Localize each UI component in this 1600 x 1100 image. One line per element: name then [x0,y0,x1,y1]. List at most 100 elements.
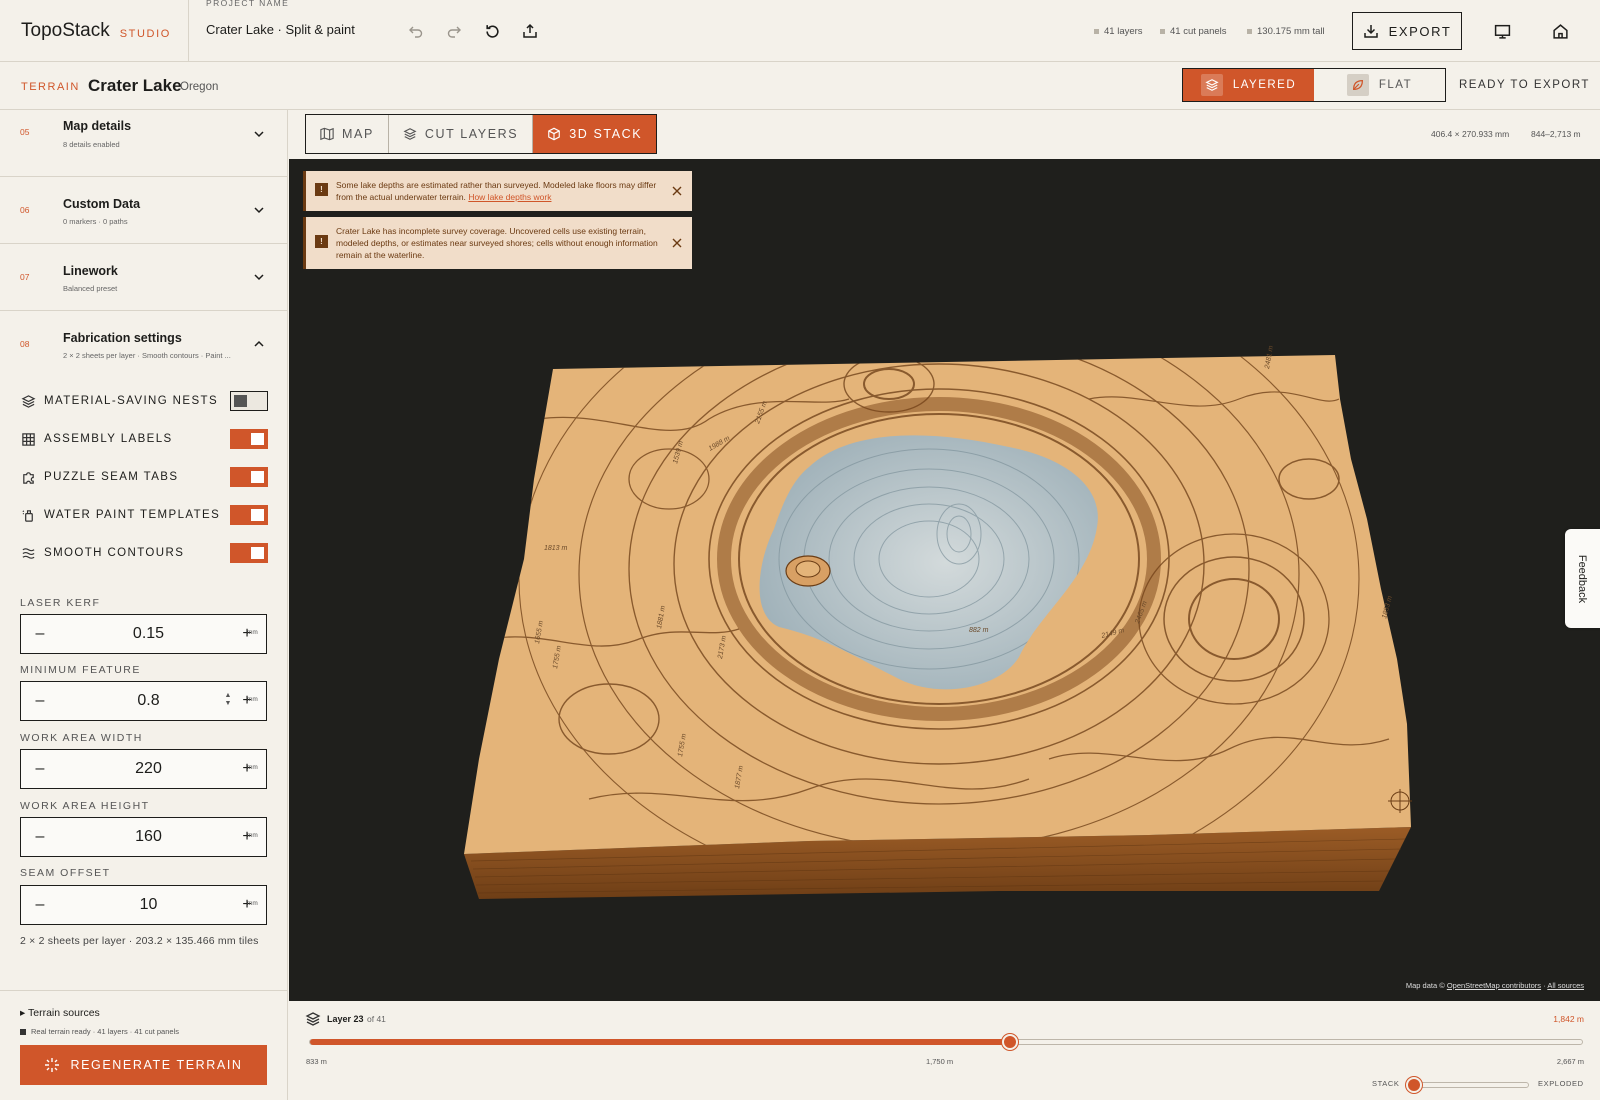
mode-layered-button[interactable]: LAYERED [1183,69,1314,101]
toggle-row-puzzle-seam-tabs: PUZZLE SEAM TABS [20,466,268,488]
terrain-sources-toggle[interactable]: ▸ Terrain sources [20,1007,100,1019]
project-name[interactable]: Crater Lake · Split & paint [206,22,355,37]
puzzle-seam-tabs-switch[interactable] [230,467,268,487]
section-title: Fabrication settings [63,331,182,345]
section-fabrication-settings[interactable]: 08 Fabrication settings 2 × 2 sheets per… [0,311,288,371]
download-icon [1363,25,1378,38]
layers-icon [403,128,417,140]
terrain-status-text: Real terrain ready · 41 layers · 41 cut … [31,1027,179,1036]
water-paint-templates-switch[interactable] [230,505,268,525]
regenerate-label: REGENERATE TERRAIN [70,1058,243,1072]
layer-slider[interactable] [309,1034,1583,1050]
section-subtitle: 8 details enabled [63,140,120,149]
decrement-button[interactable]: – [25,682,55,720]
decrement-button[interactable]: – [25,615,55,653]
spin-arrows-icon[interactable]: ▲ ▼ [223,692,233,710]
elevation-max-label: 2,667 m [1556,1057,1584,1066]
section-title: Custom Data [63,197,141,211]
toggle-row-water-paint-templates: WATER PAINT TEMPLATES [20,504,268,526]
chevron-up-icon[interactable] [252,337,266,351]
switch-knob [251,547,264,559]
seam-offset-input[interactable] [61,886,236,924]
brand-name: TopoStack [21,20,110,41]
laser-kerf-stepper: – + mm [20,614,267,654]
stat-height-text: 130.175 mm tall [1257,26,1325,37]
terrain-bar: TERRAIN Crater Lake Oregon LAYERED FLAT … [0,62,1600,110]
undo-icon[interactable] [405,20,427,42]
chevron-down-icon[interactable] [252,127,266,141]
minimum-feature-input[interactable] [61,682,236,720]
switch-knob [251,433,264,445]
warning-icon: ! [315,235,328,248]
explode-slider-thumb[interactable] [1406,1077,1422,1093]
chevron-down-icon[interactable] [252,203,266,217]
osm-link[interactable]: OpenStreetMap contributors [1447,981,1541,990]
puzzle-icon [20,469,36,485]
section-subtitle: 2 × 2 sheets per layer · Smooth contours… [63,351,231,360]
layer-label: Layer 23 [327,1014,364,1024]
sidebar: 05 Map details 8 details enabled 06 Cust… [0,110,288,1100]
feedback-tab[interactable]: Feedback [1565,529,1600,628]
attribution-prefix: Map data © [1405,981,1445,990]
unit-label: mm [247,900,258,907]
close-icon[interactable] [671,237,683,249]
close-icon[interactable] [671,185,683,197]
explode-slider[interactable] [1406,1077,1529,1093]
tab-3d-stack[interactable]: 3D STACK [533,115,657,153]
tab-cut-layers[interactable]: CUT LAYERS [389,115,534,153]
terrain-model[interactable]: 1813 m 1988 m 2155 m 2481 m 1539 m 1655 … [289,159,1600,1001]
work-area-height-stepper: – + mm [20,817,267,857]
smooth-contours-switch[interactable] [230,543,268,563]
section-number: 07 [20,272,30,282]
section-number: 05 [20,127,30,137]
tab-map[interactable]: MAP [306,115,389,153]
mode-toggle: LAYERED FLAT [1182,68,1446,102]
layer-slider-thumb[interactable] [1002,1034,1018,1050]
redo-icon[interactable] [443,20,465,42]
project-name-label: PROJECT NAME [206,0,290,8]
section-custom-data[interactable]: 06 Custom Data 0 markers · 0 paths [0,177,288,244]
home-icon[interactable] [1549,20,1571,42]
regenerate-terrain-button[interactable]: REGENERATE TERRAIN [20,1045,267,1085]
section-linework[interactable]: 07 Linework Balanced preset [0,244,288,311]
stat-bullet [1247,29,1252,34]
assembly-labels-switch[interactable] [230,429,268,449]
unit-label: mm [247,629,258,636]
export-button[interactable]: EXPORT [1352,12,1462,50]
toggle-label: SMOOTH CONTOURS [44,547,185,559]
contour-label: 1813 m [544,545,568,552]
chevron-down-icon[interactable] [252,270,266,284]
laser-kerf-label: LASER KERF [20,597,101,609]
decrement-button[interactable]: – [25,886,55,924]
minimum-feature-label: MINIMUM FEATURE [20,664,141,676]
work-area-width-label: WORK AREA WIDTH [20,732,143,744]
terrain-sources-label: Terrain sources [28,1007,100,1019]
unit-label: mm [247,696,258,703]
decrement-button[interactable]: – [25,818,55,856]
decrement-button[interactable]: – [25,750,55,788]
mode-flat-button[interactable]: FLAT [1314,69,1445,101]
brand-logo[interactable]: TopoStack STUDIO [0,0,189,62]
material-saving-nests-switch[interactable] [230,391,268,411]
section-title: Linework [63,264,118,278]
seam-offset-stepper: – + mm [20,885,267,925]
reset-icon[interactable] [481,20,503,42]
section-map-details[interactable]: 05 Map details 8 details enabled [0,110,288,177]
all-sources-link[interactable]: All sources [1547,981,1584,990]
monitor-icon[interactable] [1491,20,1513,42]
contour-label: 882 m [969,627,989,634]
toggle-label: WATER PAINT TEMPLATES [44,509,221,521]
3d-viewport[interactable]: 1813 m 1988 m 2155 m 2481 m 1539 m 1655 … [289,159,1600,1001]
stat-panels: 41 cut panels [1160,26,1227,37]
survey-coverage-notice: ! Crater Lake has incomplete survey cove… [303,217,692,269]
section-number: 08 [20,339,30,349]
work-area-width-input[interactable] [61,750,236,788]
share-icon[interactable] [519,20,541,42]
terrain-status: Real terrain ready · 41 layers · 41 cut … [20,1027,179,1036]
section-title: Map details [63,119,132,133]
laser-kerf-input[interactable] [61,615,236,653]
work-area-height-input[interactable] [61,818,236,856]
leaf-icon [1346,74,1369,96]
lake-depths-link[interactable]: How lake depths work [468,192,551,202]
stat-bullet [1160,29,1165,34]
